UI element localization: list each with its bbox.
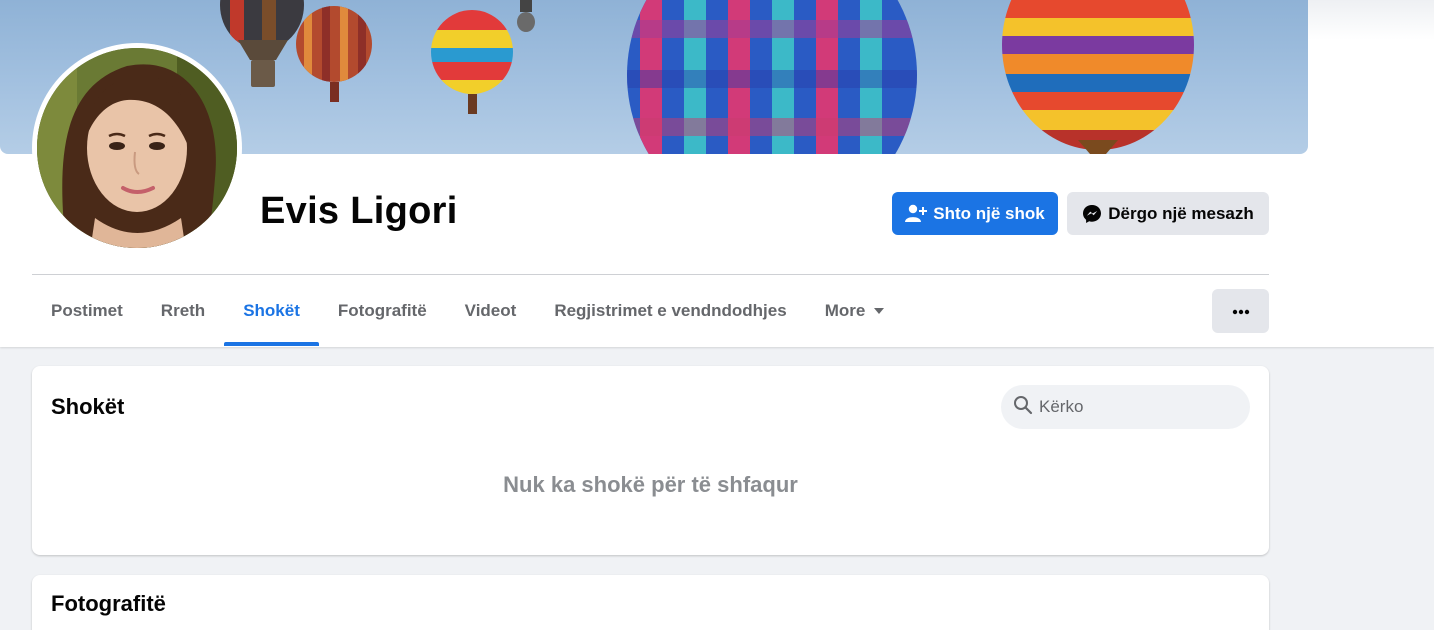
avatar-photo — [37, 48, 237, 248]
caret-down-icon — [873, 307, 885, 315]
photos-card: Fotografitë — [32, 575, 1269, 630]
header-edge — [1308, 0, 1434, 347]
friends-title: Shokët — [51, 394, 125, 419]
send-message-label: Dërgo një mesazh — [1108, 203, 1254, 223]
messenger-icon — [1082, 204, 1102, 224]
tab-more[interactable]: More — [806, 288, 905, 334]
photos-title: Fotografitë — [51, 591, 166, 616]
add-friend-button[interactable]: Shto një shok — [892, 192, 1058, 235]
empty-friends-message: Nuk ka shokë për të shfaqur — [503, 472, 798, 497]
tab-friends[interactable]: Shokët — [224, 288, 319, 346]
profile-name: Evis Ligori — [260, 190, 458, 232]
more-dots-icon — [1232, 302, 1250, 320]
more-options-button[interactable] — [1212, 289, 1269, 333]
search-icon — [1013, 395, 1033, 420]
tab-videos[interactable]: Videot — [446, 288, 536, 334]
tab-about[interactable]: Rreth — [142, 288, 224, 334]
add-friend-label: Shto një shok — [933, 203, 1045, 223]
tab-photos[interactable]: Fotografitë — [319, 288, 446, 334]
profile-tabs: Postimet Rreth Shokët Fotografitë Videot… — [32, 288, 904, 346]
friends-search[interactable] — [1001, 385, 1250, 429]
header-divider — [32, 274, 1269, 275]
search-input[interactable] — [1039, 397, 1229, 417]
tab-check-ins[interactable]: Regjistrimet e vendndodhjes — [535, 288, 805, 334]
tab-posts[interactable]: Postimet — [32, 288, 142, 334]
add-friend-icon — [905, 204, 928, 224]
profile-avatar[interactable] — [32, 43, 242, 253]
friends-card: Shokët Nuk ka shokë për të shfaqur — [32, 366, 1269, 555]
send-message-button[interactable]: Dërgo një mesazh — [1067, 192, 1269, 235]
